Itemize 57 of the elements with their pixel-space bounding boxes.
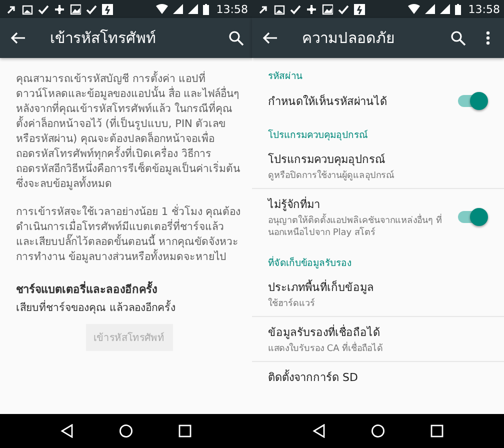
toggle-switch[interactable]: [456, 91, 488, 111]
section-header: รหัสผ่าน: [267, 70, 304, 84]
item-summary: ดูหรือปิดการใช้งานผู้ดูแลอุปกรณ์: [268, 170, 395, 182]
settings-item[interactable]: ติดตั้งจากการ์ด SD: [252, 362, 504, 392]
item-title: ติดตั้งจากการ์ด SD: [268, 368, 359, 386]
toolbar-title: เข้ารหัสโทรศัพท์: [50, 28, 157, 49]
home-icon[interactable]: [370, 424, 385, 438]
settings-item[interactable]: ข้อมูลรับรองที่เชื่อถือได้ แสดงใบรับรอง CA ที่เชื่อถือได้: [252, 317, 504, 362]
battery-icon: [203, 4, 210, 14]
arrow-icon: [6, 4, 17, 14]
item-summary: ใช้ฮาร์ดแวร์: [268, 298, 316, 310]
item-summary: แสดงใบรับรอง CA ที่เชื่อถือได้: [268, 343, 488, 355]
search-icon[interactable]: [450, 30, 466, 46]
photo-icon: [322, 4, 333, 14]
section-header: โปรแกรมควบคุมอุปกรณ์: [267, 128, 369, 143]
settings-item[interactable]: โปรแกรมควบคุมอุปกรณ์ ดูหรือปิดการใช้งานผู้ดูแลอุปกรณ์: [252, 144, 504, 189]
check-icon: [86, 4, 97, 14]
wifi-icon: [408, 4, 420, 14]
warning-title: ชาร์จแบตเตอรี่และลองอีกครั้ง: [16, 282, 158, 297]
back-arrow-icon[interactable]: [10, 30, 26, 46]
warning-message: เสียบที่ชาร์จของคุณ แล้วลองอีกครั้ง: [16, 301, 176, 316]
settings-item[interactable]: กำหนดให้เห็นรหัสผ่านได้: [252, 85, 504, 117]
item-title: ไม่รู้จักที่มา: [268, 196, 321, 213]
check-icon: [290, 4, 301, 14]
paragraph: การเข้ารหัสจะใช้เวลาอย่างน้อย 1 ชั่วโมง คุณต้องดำเนินการเมื่อโทรศัพท์มีแบตเตอรี่ที่ชาร์จแล้วและเสียบปลั๊กไว้ตลอดขั้นตอนนี้ หากคุณขัดจังหวะการทำงาน ข้อมูลบางส่วนหรือทั้งหมดจะหายไป: [16, 205, 242, 265]
search-icon[interactable]: [228, 30, 244, 46]
image-icon: [274, 4, 285, 14]
item-title: ประเภทพื้นที่เก็บข้อมูล: [268, 278, 375, 296]
check-icon: [38, 4, 49, 14]
battery-icon: [455, 4, 462, 14]
clock-text: 13:58: [468, 2, 500, 16]
signal-icon: [440, 4, 450, 14]
settings-item[interactable]: ไม่รู้จักที่มา อนุญาตให้ติดตั้งแอปพลิเคชันจากแหล่งอื่นๆ ที่นอกเหนือไปจาก Play สโตร์: [252, 189, 504, 245]
photo-icon: [70, 4, 81, 14]
signal-icon: [188, 4, 198, 14]
image-icon: [22, 4, 33, 14]
wifi-icon: [156, 4, 168, 14]
item-title: ข้อมูลรับรองที่เชื่อถือได้: [268, 324, 381, 341]
paragraph: คุณสามารถเข้ารหัสบัญชี การตั้งค่า แอปที่ดาวน์โหลดและข้อมูลของแอปนั้น สื่อ และไฟล์อื่นๆ หลังจากที่คุณเข้ารหัสโทรศัพท์แล้ว ในกรณีที่คุณตั้งค่าล็อกหน้าจอไว้ (ที่เป็นรูปแบบ, PIN ตัวเลข หรือรหัสผ่าน) คุณจะต้องปลดล็อกหน้าจอเพื่อถอดรหัสโทรศัพท์ทุกครั้งที่เปิดเครื่อง วิธีการถอดรหัสอีกวิธีหนึ่งคือการรีเซ็ตข้อมูลเป็นค่าเริ่มต้น ซึ่งจะลบข้อมูลทั้งหมด: [16, 72, 241, 192]
toolbar-title: ความปลอดภัย: [302, 28, 396, 49]
back-arrow-icon[interactable]: [262, 30, 278, 46]
settings-item[interactable]: ประเภทพื้นที่เก็บข้อมูล ใช้ฮาร์ดแวร์: [252, 272, 504, 317]
toggle-switch[interactable]: [456, 207, 488, 227]
item-title: กำหนดให้เห็นรหัสผ่านได้: [268, 93, 388, 110]
section-header: ที่จัดเก็บข้อมูลรับรอง: [267, 255, 353, 271]
check-icon: [338, 4, 349, 14]
item-summary: อนุญาตให้ติดตั้งแอปพลิเคชันจากแหล่งอื่นๆ ที่นอกเหนือไปจาก Play สโตร์: [268, 215, 444, 239]
arrow-icon: [258, 4, 269, 14]
recents-icon[interactable]: [430, 424, 444, 438]
back-icon[interactable]: [312, 424, 326, 438]
signal-icon: [173, 4, 184, 14]
signal-icon: [425, 4, 436, 14]
clock-text: 13:58: [216, 2, 248, 16]
item-title: โปรแกรมควบคุมอุปกรณ์: [268, 152, 386, 168]
home-icon[interactable]: [118, 424, 133, 438]
recents-icon[interactable]: [178, 424, 192, 438]
back-icon[interactable]: [60, 424, 74, 438]
